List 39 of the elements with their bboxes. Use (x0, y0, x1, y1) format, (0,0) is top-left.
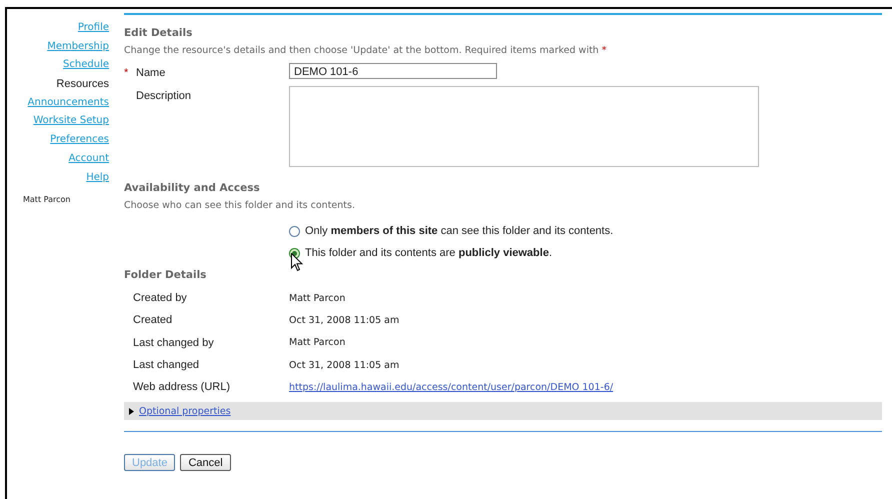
optional-properties-link[interactable]: Optional properties (139, 406, 231, 417)
detail-label: Last changed (132, 359, 200, 372)
action-button[interactable]: Update (124, 454, 176, 472)
sidebar-link[interactable]: Profile (78, 19, 109, 38)
field-label: Name (136, 67, 166, 79)
expand-triangle-icon[interactable] (129, 408, 134, 415)
sidebar-link[interactable]: Schedule (63, 56, 109, 76)
section-title: Edit Details (124, 27, 194, 39)
detail-value: Matt Parcon (289, 292, 346, 304)
instructions-text: Choose who can see this folder and its contents. (124, 200, 356, 211)
section-title: Folder Details (124, 269, 208, 281)
detail-value: Oct 31, 2008 11:05 am (289, 360, 400, 371)
field-label: Description (136, 90, 192, 102)
radio-button[interactable] (289, 226, 300, 236)
detail-label: Web address (URL) (132, 381, 231, 394)
sidebar-link[interactable]: Membership (47, 38, 109, 56)
name-field[interactable]: DEMO 101-6 (289, 63, 497, 79)
sidebar-link[interactable]: Announcements (28, 94, 109, 112)
detail-label: Created by (132, 292, 188, 304)
detail-value: Oct 31, 2008 11:05 am (289, 314, 400, 326)
sidebar-link[interactable]: Account (68, 150, 109, 168)
section-title: Availability and Access (124, 182, 261, 194)
user-name: Matt Parcon (23, 195, 70, 204)
option-label: Only members of this site can see this folder and its contents. (305, 225, 614, 237)
pointer-cursor-icon (291, 253, 303, 272)
sidebar-link[interactable]: Preferences (50, 131, 109, 150)
detail-label: Created (132, 314, 174, 326)
detail-value: Matt Parcon (289, 337, 346, 348)
required-mark: * (124, 67, 130, 79)
detail-label: Last changed by (132, 336, 215, 349)
sidebar-link[interactable]: Help (86, 168, 109, 188)
sidebar-link[interactable]: Worksite Setup (33, 112, 109, 132)
instructions-text: Change the resource's details and then choose 'Update' at the bottom. Required items marked with (124, 45, 599, 56)
sidebar-link[interactable]: Resources (56, 75, 109, 94)
option-label: This folder and its contents are publicly viewable. (305, 247, 552, 259)
action-button[interactable]: Cancel (180, 454, 231, 472)
description-field[interactable] (289, 86, 759, 167)
required-mark: * (602, 45, 606, 56)
url-link[interactable]: https://laulima.hawaii.edu/access/content/user/parcon/DEMO 101-6/ (289, 382, 614, 393)
